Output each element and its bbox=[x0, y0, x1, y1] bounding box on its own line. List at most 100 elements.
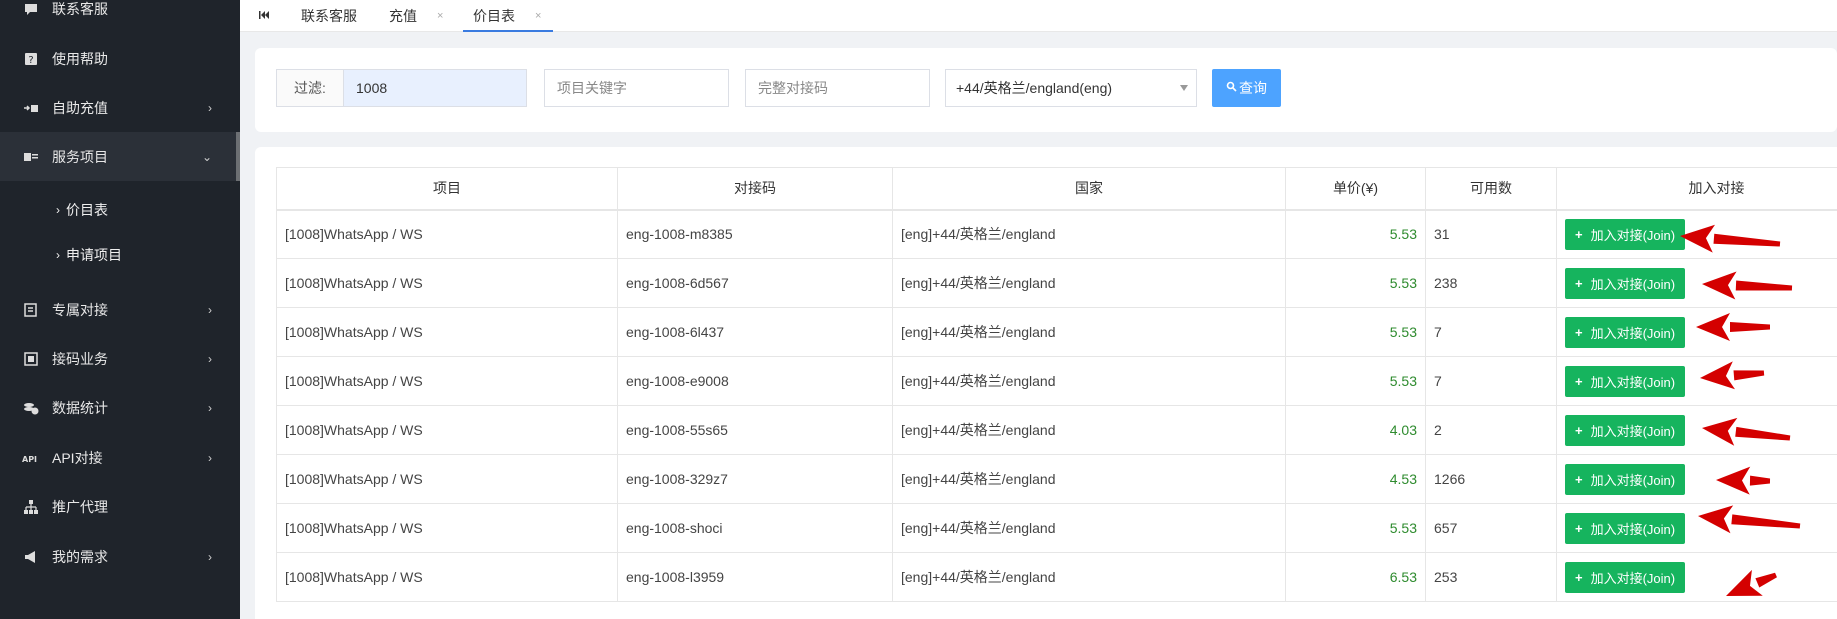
country-cell: [eng]+44/英格兰/england bbox=[892, 454, 1286, 504]
country-cell: [eng]+44/英格兰/england bbox=[892, 258, 1286, 308]
sidebar-item-exclusive[interactable]: 专属对接 › bbox=[0, 285, 240, 334]
country-cell: [eng]+44/英格兰/england bbox=[892, 503, 1286, 553]
country-cell: [eng]+44/英格兰/england bbox=[892, 307, 1286, 357]
service-icon bbox=[20, 146, 42, 168]
code-cell: eng-1008-55s65 bbox=[617, 405, 893, 455]
sidebar-item-label: API对接 bbox=[52, 449, 103, 466]
country-select[interactable]: +44/英格兰/england(eng) bbox=[945, 69, 1197, 107]
sidebar-item-services[interactable]: 服务项目 ⌄ bbox=[0, 132, 240, 181]
sidebar-item-label: 自助充值 bbox=[52, 99, 108, 116]
sidebar-item-label: 服务项目 bbox=[52, 148, 108, 165]
join-button-label: 加入对接(Join) bbox=[1590, 570, 1676, 586]
sidebar-item-self-recharge[interactable]: 自助充值 › bbox=[0, 83, 240, 132]
available-cell: 238 bbox=[1425, 258, 1557, 308]
sidebar-item-promotion[interactable]: 推广代理 bbox=[0, 482, 240, 531]
close-icon[interactable]: × bbox=[437, 10, 443, 22]
sidebar-item-contact-support[interactable]: 联系客服 bbox=[0, 0, 240, 33]
join-button[interactable]: + 加入对接(Join) bbox=[1565, 512, 1686, 544]
chat-icon bbox=[20, 0, 42, 20]
price-cell: 5.53 bbox=[1285, 258, 1426, 308]
column-header-project: 项目 bbox=[276, 167, 618, 211]
column-header-code: 对接码 bbox=[617, 167, 893, 211]
plus-icon: + bbox=[1575, 422, 1583, 438]
price-table: 项目 对接码 国家 单价(¥) 可用数 加入对接 [1008]WhatsApp … bbox=[276, 167, 1837, 602]
table-row: [1008]WhatsApp / WS eng-1008-l3959 [eng]+4… bbox=[276, 552, 1837, 602]
chevron-down-icon: ⌄ bbox=[201, 149, 212, 164]
join-button[interactable]: + 加入对接(Join) bbox=[1565, 463, 1686, 495]
join-cell: + 加入对接(Join) bbox=[1556, 209, 1837, 259]
sidebar-subitem-label: 申请项目 bbox=[66, 247, 122, 263]
query-button[interactable]: 查询 bbox=[1212, 69, 1281, 107]
plus-icon: + bbox=[1575, 324, 1583, 340]
sidebar-item-my-requests[interactable]: 我的需求 › bbox=[0, 532, 240, 581]
join-cell: + 加入对接(Join) bbox=[1556, 356, 1837, 406]
country-cell: [eng]+44/英格兰/england bbox=[892, 209, 1286, 259]
chevron-right-icon: › bbox=[56, 248, 60, 262]
sidebar-subitem-apply-project[interactable]: › 申请项目 bbox=[56, 235, 122, 275]
price-cell: 6.53 bbox=[1285, 552, 1426, 602]
query-button-label: 查询 bbox=[1239, 80, 1267, 96]
project-cell: [1008]WhatsApp / WS bbox=[276, 258, 618, 308]
sidebar-item-api[interactable]: API API对接 › bbox=[0, 433, 240, 482]
chevron-right-icon: › bbox=[208, 302, 212, 317]
join-cell: + 加入对接(Join) bbox=[1556, 405, 1837, 455]
megaphone-icon bbox=[20, 546, 42, 568]
tab-contact-support[interactable]: 联系客服 bbox=[301, 0, 357, 32]
join-button-label: 加入对接(Join) bbox=[1590, 374, 1676, 390]
project-cell: [1008]WhatsApp / WS bbox=[276, 552, 618, 602]
sidebar-item-code-business[interactable]: 接码业务 › bbox=[0, 334, 240, 383]
close-icon[interactable]: × bbox=[535, 10, 541, 22]
join-button-label: 加入对接(Join) bbox=[1590, 325, 1676, 341]
join-button[interactable]: + 加入对接(Join) bbox=[1565, 414, 1686, 446]
sidebar-subitem-price-list[interactable]: › 价目表 bbox=[56, 190, 108, 230]
table-row: [1008]WhatsApp / WS eng-1008-m8385 [eng]+4… bbox=[276, 209, 1837, 259]
plus-icon: + bbox=[1575, 275, 1583, 291]
plus-icon: + bbox=[1575, 569, 1583, 585]
code-cell: eng-1008-shoci bbox=[617, 503, 893, 553]
code-cell: eng-1008-m8385 bbox=[617, 209, 893, 259]
chevron-right-icon: › bbox=[208, 450, 212, 465]
join-cell: + 加入对接(Join) bbox=[1556, 503, 1837, 553]
join-button[interactable]: + 加入对接(Join) bbox=[1565, 316, 1686, 348]
project-keyword-input[interactable] bbox=[544, 69, 729, 107]
table-row: [1008]WhatsApp / WS eng-1008-6d567 [eng]+4… bbox=[276, 258, 1837, 308]
tab-price-list[interactable]: 价目表 × bbox=[462, 0, 554, 32]
svg-text:?: ? bbox=[28, 55, 33, 66]
code-icon bbox=[20, 348, 42, 370]
join-button[interactable]: + 加入对接(Join) bbox=[1565, 218, 1686, 250]
join-button-label: 加入对接(Join) bbox=[1590, 227, 1676, 243]
sidebar-item-label: 联系客服 bbox=[52, 0, 108, 17]
project-cell: [1008]WhatsApp / WS bbox=[276, 454, 618, 504]
price-cell: 5.53 bbox=[1285, 307, 1426, 357]
price-table-panel: 项目 对接码 国家 单价(¥) 可用数 加入对接 [1008]WhatsApp … bbox=[255, 147, 1837, 619]
sidebar-item-statistics[interactable]: 数据统计 › bbox=[0, 383, 240, 432]
stats-icon bbox=[20, 397, 42, 419]
column-header-price: 单价(¥) bbox=[1285, 167, 1426, 211]
exclusive-icon bbox=[20, 299, 42, 321]
project-cell: [1008]WhatsApp / WS bbox=[276, 405, 618, 455]
full-code-input[interactable] bbox=[745, 69, 930, 107]
tab-label: 价目表 bbox=[473, 8, 515, 24]
chevron-right-icon: › bbox=[208, 351, 212, 366]
available-cell: 1266 bbox=[1425, 454, 1557, 504]
sidebar-item-label: 数据统计 bbox=[52, 399, 108, 416]
country-cell: [eng]+44/英格兰/england bbox=[892, 405, 1286, 455]
join-cell: + 加入对接(Join) bbox=[1556, 258, 1837, 308]
column-header-available: 可用数 bbox=[1425, 167, 1557, 211]
join-button[interactable]: + 加入对接(Join) bbox=[1565, 267, 1686, 299]
join-button[interactable]: + 加入对接(Join) bbox=[1565, 561, 1686, 593]
skip-back-icon[interactable] bbox=[258, 9, 272, 23]
table-row: [1008]WhatsApp / WS eng-1008-shoci [eng]+4… bbox=[276, 503, 1837, 553]
join-cell: + 加入对接(Join) bbox=[1556, 552, 1837, 602]
table-row: [1008]WhatsApp / WS eng-1008-e9008 [eng]+4… bbox=[276, 356, 1837, 406]
table-row: [1008]WhatsApp / WS eng-1008-329z7 [eng]+4… bbox=[276, 454, 1837, 504]
tab-label: 联系客服 bbox=[301, 8, 357, 24]
recharge-icon bbox=[20, 97, 42, 119]
join-button[interactable]: + 加入对接(Join) bbox=[1565, 365, 1686, 397]
tab-recharge[interactable]: 充值 × bbox=[389, 0, 443, 32]
plus-icon: + bbox=[1575, 226, 1583, 242]
project-cell: [1008]WhatsApp / WS bbox=[276, 307, 618, 357]
plus-icon: + bbox=[1575, 520, 1583, 536]
project-code-input[interactable] bbox=[343, 69, 527, 107]
sidebar-item-help[interactable]: ? 使用帮助 bbox=[0, 34, 240, 83]
